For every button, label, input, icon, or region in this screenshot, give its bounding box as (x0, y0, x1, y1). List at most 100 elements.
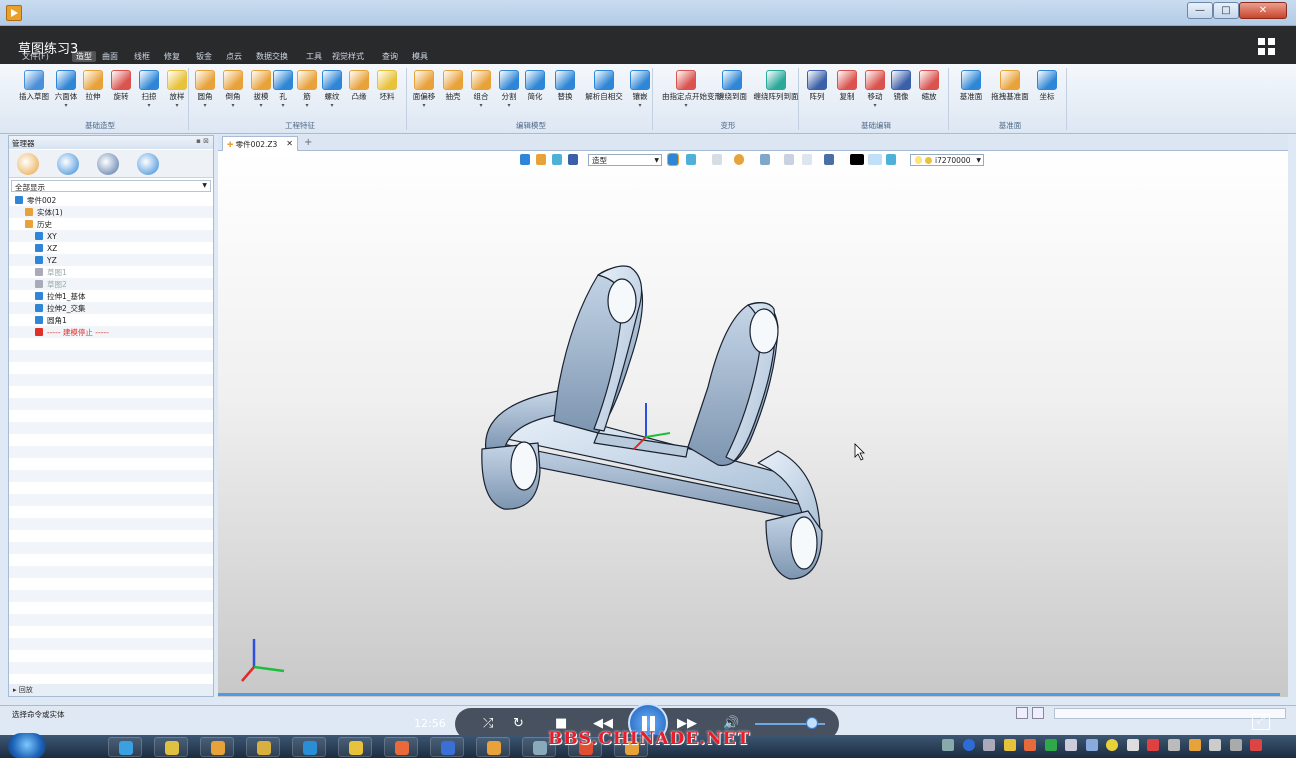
notify-icon[interactable] (1003, 739, 1016, 751)
ribbon-tab-9[interactable]: 视觉样式 (332, 51, 364, 62)
tree-node[interactable]: ----- 建模停止 ----- (35, 327, 109, 339)
taskbar-item[interactable] (384, 737, 418, 757)
ribbon-tab-8[interactable]: 工具 (306, 51, 322, 62)
taskbar-item[interactable] (154, 737, 188, 757)
tree-node[interactable]: 零件002 (15, 195, 56, 207)
ribbon-button-24[interactable]: 缠绕阵列到面 (752, 68, 800, 118)
tree-node[interactable]: 拉伸1_基体 (35, 291, 86, 303)
qq-tray-icon[interactable] (1188, 739, 1201, 751)
chevron-down-icon[interactable]: ▾ (294, 102, 320, 109)
tree-node[interactable]: XY (35, 231, 57, 243)
ribbon-tab-7[interactable]: 数据交换 (256, 51, 288, 62)
minimize-button[interactable]: — (1187, 2, 1213, 19)
ribbon-tab-3[interactable]: 线框 (134, 51, 150, 62)
layout-icon[interactable] (1016, 707, 1028, 719)
ribbon-button-9[interactable]: 孔 ▾ (270, 68, 296, 118)
keyboard-icon[interactable] (942, 739, 954, 751)
chevron-down-icon[interactable]: ▾ (270, 102, 296, 109)
chevron-down-icon[interactable]: ▾ (662, 102, 710, 109)
globe-icon[interactable] (1085, 739, 1098, 751)
taskbar-item[interactable] (430, 737, 464, 757)
playback-bar[interactable]: ▸ 回放 (9, 684, 213, 696)
tree-node[interactable]: 草图1 (35, 267, 67, 279)
shuffle-icon[interactable]: ⤮ (483, 717, 493, 731)
3d-viewport[interactable]: 造型 ▼ i7270000 ▼ (218, 151, 1288, 697)
ribbon-button-19[interactable]: 替换 (548, 68, 582, 118)
ribbon-button-32[interactable]: 坐标 (1032, 68, 1062, 118)
user-icon[interactable] (1024, 739, 1037, 751)
tree-node[interactable]: XZ (35, 243, 57, 255)
ribbon-tab-0[interactable]: 文件(F) (22, 51, 49, 62)
taskbar-item[interactable] (108, 737, 142, 757)
ribbon-button-15[interactable]: 抽壳 (438, 68, 468, 118)
network-icon[interactable] (983, 739, 996, 751)
app-icon[interactable] (6, 5, 22, 21)
part-model[interactable] (218, 151, 1288, 697)
ribbon-tab-1[interactable]: 造型 (72, 51, 96, 62)
feature-tab-icon[interactable] (137, 153, 159, 175)
add-icon[interactable] (1106, 739, 1119, 751)
flag-icon[interactable] (1229, 739, 1242, 751)
ribbon-button-14[interactable]: 面偏移 ▾ (408, 68, 440, 118)
ribbon-button-20[interactable]: 解析自相交 (582, 68, 626, 118)
ribbon-button-26[interactable]: 复制 (832, 68, 862, 118)
start-button[interactable] (8, 733, 46, 758)
user-tab-icon[interactable] (57, 153, 79, 175)
settings-icon[interactable] (1065, 739, 1078, 751)
chevron-down-icon[interactable]: ▾ (134, 102, 164, 109)
chevron-down-icon[interactable]: ▾ (218, 102, 248, 109)
ribbon-button-7[interactable]: 倒角 ▾ (218, 68, 248, 118)
taskbar-item[interactable] (476, 737, 510, 757)
help-icon[interactable] (962, 739, 975, 751)
tree-node[interactable]: 草图2 (35, 279, 67, 291)
volume-tray-icon[interactable] (1147, 739, 1160, 751)
ribbon-tab-11[interactable]: 模具 (412, 51, 428, 62)
ribbon-button-25[interactable]: 阵列 (802, 68, 832, 118)
ribbon-tab-5[interactable]: 钣金 (196, 51, 212, 62)
power-icon[interactable] (1168, 739, 1181, 751)
ribbon-button-18[interactable]: 简化 (520, 68, 550, 118)
battery-icon[interactable] (1209, 739, 1222, 751)
close-button[interactable]: ✕ (1239, 2, 1287, 19)
tree-node[interactable]: YZ (35, 255, 57, 267)
tree-node[interactable]: 实体(1) (25, 207, 63, 219)
taskbar-item[interactable] (292, 737, 326, 757)
ribbon-tab-6[interactable]: 点云 (226, 51, 242, 62)
ribbon-button-31[interactable]: 拖拽基准面 (988, 68, 1032, 118)
repeat-icon[interactable]: ↻ (513, 717, 524, 731)
ribbon-button-2[interactable]: 拉伸 (78, 68, 108, 118)
ribbon-button-4[interactable]: 扫掠 ▾ (134, 68, 164, 118)
close-tab-icon[interactable]: ✕ (286, 139, 293, 148)
maximize-button[interactable]: □ (1213, 2, 1239, 19)
ribbon-button-22[interactable]: 由指定点开始变形 ▾ (662, 68, 722, 118)
tree-node[interactable]: 历史 (25, 219, 52, 231)
taskbar-item[interactable] (246, 737, 280, 757)
tree-node[interactable]: 圆角1 (35, 315, 67, 327)
alert-icon[interactable] (1250, 739, 1263, 751)
fullscreen-icon[interactable]: ⤢ (1252, 714, 1270, 730)
wifi-icon[interactable] (1126, 739, 1139, 751)
shield-icon[interactable] (1044, 739, 1057, 751)
ribbon-button-16[interactable]: 组合 ▾ (466, 68, 496, 118)
ribbon-tab-4[interactable]: 修复 (164, 51, 180, 62)
ribbon-tab-2[interactable]: 曲面 (102, 51, 118, 62)
pin-icon[interactable]: ▪ ⊠ (196, 137, 209, 145)
ribbon-button-28[interactable]: 镜像 (886, 68, 916, 118)
ribbon-button-13[interactable]: 坯料 (372, 68, 402, 118)
chevron-down-icon[interactable]: ▾ (190, 102, 220, 109)
ribbon-button-30[interactable]: 基准面 (954, 68, 988, 118)
taskbar-item[interactable] (200, 737, 234, 757)
ribbon-button-29[interactable]: 缩放 (914, 68, 944, 118)
volume-knob[interactable] (806, 717, 818, 729)
taskbar-item[interactable] (338, 737, 372, 757)
tree-node[interactable]: 拉伸2_交集 (35, 303, 86, 315)
ribbon-button-3[interactable]: 旋转 (106, 68, 136, 118)
history-tab-icon[interactable] (17, 153, 39, 175)
chevron-down-icon[interactable]: ▾ (408, 102, 440, 109)
ribbon-tab-10[interactable]: 查询 (382, 51, 398, 62)
display-filter-select[interactable]: 全部显示 ▼ (11, 180, 211, 192)
ribbon-button-6[interactable]: 圆角 ▾ (190, 68, 220, 118)
add-tab-button[interactable]: + (304, 137, 312, 148)
ribbon-button-12[interactable]: 凸缘 (344, 68, 374, 118)
list-icon[interactable] (1032, 707, 1044, 719)
